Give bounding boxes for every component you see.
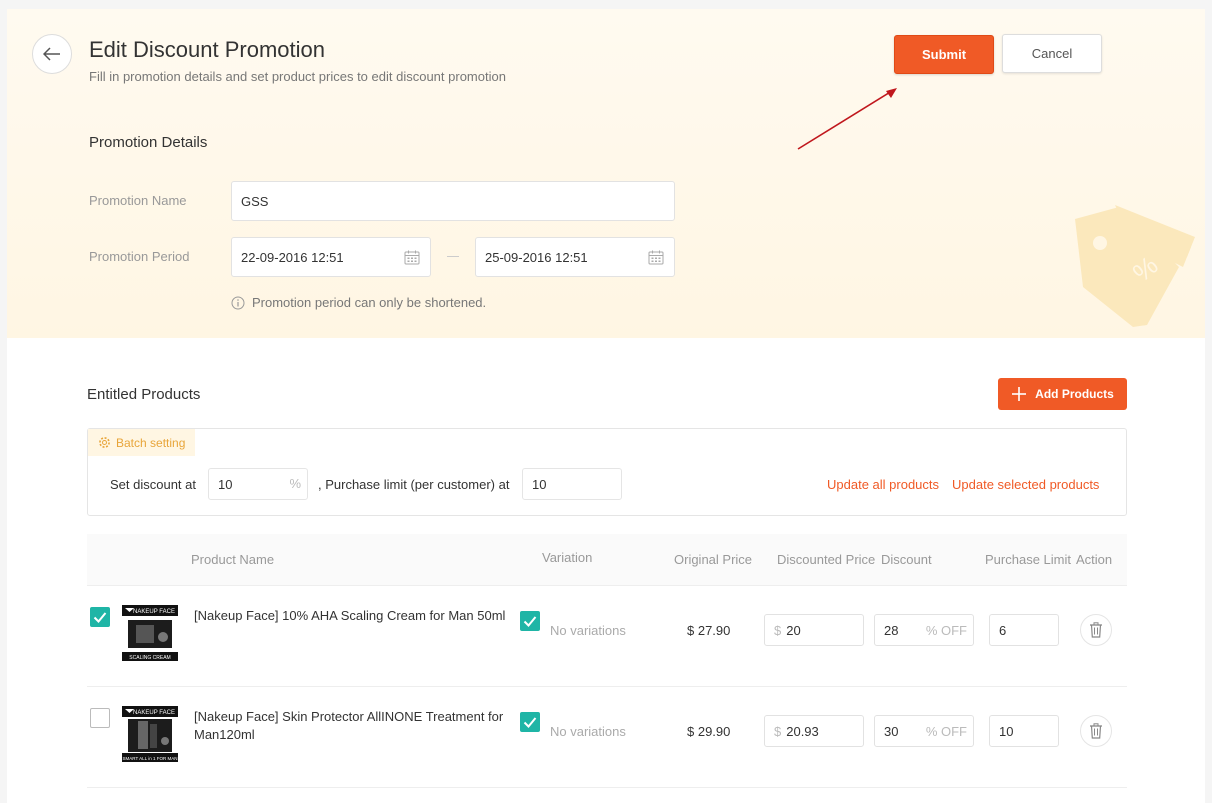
- product-name-line: [Nakeup Face] Skin Protector AllINONE Tr…: [194, 709, 504, 724]
- batch-setting-tag: Batch setting: [88, 429, 196, 456]
- discount-input[interactable]: 30 % OFF: [874, 715, 974, 747]
- delete-button[interactable]: [1080, 614, 1112, 646]
- col-original-price: Original Price: [674, 552, 753, 567]
- end-date-input[interactable]: 25-09-2016 12:51: [475, 237, 675, 277]
- discount-value: 30: [884, 723, 899, 739]
- discount-tag-icon: %: [1075, 205, 1195, 327]
- date-range-separator: [447, 256, 459, 257]
- variation-checkbox[interactable]: [520, 611, 540, 631]
- product-name: [Nakeup Face] 10% AHA Scaling Cream for …: [194, 607, 514, 625]
- table-row: NAKEUP FACE SCALING CREAM [Nakeup Face] …: [87, 586, 1127, 687]
- purchase-limit-value: 10: [999, 723, 1014, 739]
- promotion-name-label: Promotion Name: [89, 193, 187, 208]
- gear-icon: [99, 437, 110, 448]
- trash-icon: [1090, 723, 1102, 739]
- product-name: [Nakeup Face] Skin Protector AllINONE Tr…: [194, 708, 514, 744]
- thumb-brand: NAKEUP FACE: [133, 710, 175, 716]
- promotion-name-value: GSS: [241, 193, 269, 209]
- percent-suffix: %: [289, 476, 301, 491]
- purchase-limit-input[interactable]: 10: [989, 715, 1059, 747]
- check-icon: [93, 612, 107, 623]
- set-discount-label: Set discount at: [110, 477, 196, 492]
- original-price: $ 29.90: [687, 724, 731, 739]
- discounted-price-value: 20: [786, 622, 801, 638]
- delete-button[interactable]: [1080, 715, 1112, 747]
- thumb-caption: SMART ALL in 1 FOR MAN: [123, 756, 178, 761]
- batch-discount-value: 10: [218, 476, 233, 492]
- batch-limit-input[interactable]: 10: [522, 468, 622, 500]
- trash-icon: [1090, 622, 1102, 638]
- col-discount: Discount: [881, 552, 932, 567]
- row-select-checkbox[interactable]: [90, 607, 110, 627]
- check-icon: [523, 717, 537, 728]
- check-icon: [523, 616, 537, 627]
- batch-setting-panel: Batch setting Set discount at 10 % , Pur…: [87, 428, 1127, 516]
- percent-off-suffix: % OFF: [925, 623, 967, 638]
- thumb-brand: NAKEUP FACE: [133, 609, 175, 615]
- page-subtitle: Fill in promotion details and set produc…: [89, 69, 506, 84]
- calendar-icon: [648, 250, 664, 265]
- products-table-header: Product Name Variation Original Price Di…: [87, 534, 1127, 586]
- discounted-price-input[interactable]: $ 20: [764, 614, 864, 646]
- start-date-value: 22-09-2016 12:51: [241, 249, 344, 265]
- batch-setting-label: Batch setting: [116, 435, 186, 450]
- promotion-details-title: Promotion Details: [89, 134, 208, 151]
- discount-input[interactable]: 28 % OFF: [874, 614, 974, 646]
- col-product-name: Product Name: [191, 552, 275, 567]
- product-name-line: [Nakeup Face] 10% AHA Scaling Cream for …: [194, 608, 506, 623]
- product-name-line: Man120ml: [194, 727, 255, 742]
- col-purchase-limit: Purchase Limit: [985, 552, 1071, 567]
- row-select-checkbox[interactable]: [90, 708, 110, 728]
- variation-checkbox[interactable]: [520, 712, 540, 732]
- variation-text: No variations: [550, 724, 626, 739]
- col-action: Action: [1076, 552, 1113, 567]
- calendar-icon: [404, 250, 420, 265]
- period-hint-text: Promotion period can only be shortened.: [252, 295, 487, 310]
- product-thumbnail: NAKEUP FACE SMART ALL in 1 FOR MAN: [122, 706, 178, 762]
- table-row: NAKEUP FACE SMART ALL in 1 FOR MAN [Nake…: [87, 687, 1127, 788]
- discount-value: 28: [884, 622, 899, 638]
- col-variation: Variation: [542, 550, 593, 565]
- start-date-input[interactable]: 22-09-2016 12:51: [231, 237, 431, 277]
- discounted-price-value: 20.93: [786, 723, 819, 739]
- product-thumbnail: NAKEUP FACE SCALING CREAM: [122, 605, 178, 661]
- variation-text: No variations: [550, 623, 626, 638]
- entitled-products-title: Entitled Products: [87, 386, 201, 403]
- promotion-details-panel: Edit Discount Promotion Fill in promotio…: [7, 9, 1205, 338]
- info-icon: [231, 296, 245, 309]
- add-products-label: Add Products: [1035, 387, 1114, 401]
- period-hint: Promotion period can only be shortened.: [231, 295, 486, 310]
- currency-prefix: $: [774, 723, 782, 739]
- add-products-button[interactable]: Add Products: [998, 378, 1127, 410]
- discounted-price-input[interactable]: $ 20.93: [764, 715, 864, 747]
- promotion-period-label: Promotion Period: [89, 249, 190, 264]
- arrow-left-icon: [43, 47, 60, 61]
- plus-icon: [1012, 387, 1027, 401]
- batch-limit-value: 10: [532, 476, 547, 492]
- percent-off-suffix: % OFF: [925, 724, 967, 739]
- back-button[interactable]: [32, 34, 72, 74]
- page-title: Edit Discount Promotion: [89, 37, 325, 62]
- page: Edit Discount Promotion Fill in promotio…: [7, 9, 1205, 803]
- purchase-limit-input[interactable]: 6: [989, 614, 1059, 646]
- original-price: $ 27.90: [687, 623, 731, 638]
- update-selected-link[interactable]: Update selected products: [952, 477, 1099, 492]
- end-date-value: 25-09-2016 12:51: [485, 249, 588, 265]
- update-all-link[interactable]: Update all products: [827, 477, 939, 492]
- col-discounted-price: Discounted Price: [777, 552, 876, 567]
- promotion-name-input[interactable]: GSS: [231, 181, 675, 221]
- submit-button[interactable]: Submit: [894, 35, 994, 74]
- currency-prefix: $: [774, 622, 782, 638]
- purchase-limit-label: , Purchase limit (per customer) at: [318, 477, 510, 492]
- batch-discount-input[interactable]: 10 %: [208, 468, 308, 500]
- purchase-limit-value: 6: [999, 622, 1007, 638]
- annotation-arrow: [797, 88, 897, 150]
- cancel-button[interactable]: Cancel: [1002, 34, 1102, 73]
- thumb-caption: SCALING CREAM: [129, 655, 170, 661]
